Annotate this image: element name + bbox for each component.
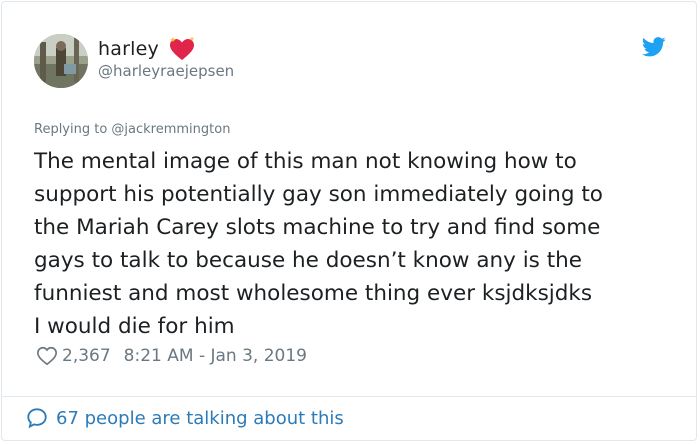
like-count[interactable]: 2,367 [62,346,111,366]
heart-outline-icon[interactable] [36,345,58,367]
author-name-row[interactable]: harley [98,36,197,62]
conversation-link[interactable]: 67 people are talking about this [26,407,344,429]
tweet-meta: 2,367 8:21 AM - Jan 3, 2019 [36,345,307,367]
author-display-name[interactable]: harley [98,38,159,60]
tweet-card: harley @harleyraejepsen Replying to @jac… [1,1,697,441]
heart-with-sparkles-icon [167,36,197,62]
avatar[interactable] [34,34,88,88]
timestamp[interactable]: 8:21 AM - Jan 3, 2019 [124,346,307,366]
divider [2,396,696,397]
tweet-text: The mental image of this man not knowing… [34,149,603,339]
conversation-link-text[interactable]: 67 people are talking about this [56,408,344,429]
speech-bubble-icon [27,408,47,429]
reply-context[interactable]: Replying to @jackremmington [34,122,230,137]
twitter-bird-icon[interactable] [642,37,666,57]
author-handle[interactable]: @harleyraejepsen [98,62,234,80]
